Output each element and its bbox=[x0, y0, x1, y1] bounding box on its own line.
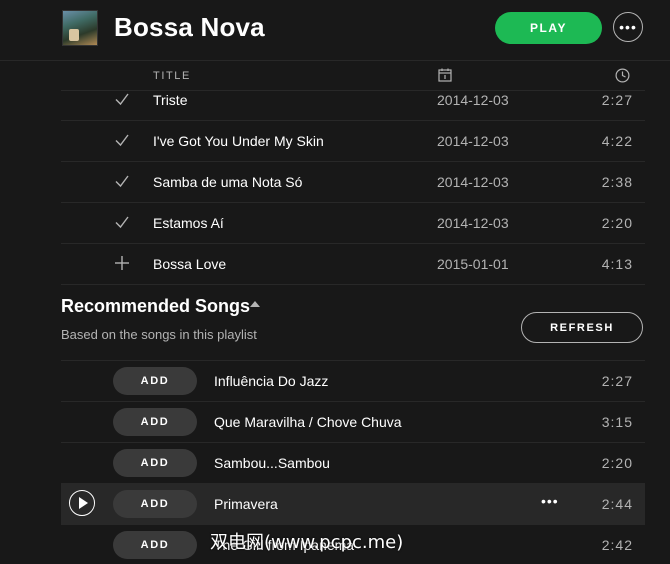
add-button[interactable]: ADD bbox=[113, 490, 197, 518]
track-title: Bossa Love bbox=[153, 256, 227, 272]
track-duration: 4:13 bbox=[601, 256, 633, 272]
more-icon[interactable]: ••• bbox=[541, 493, 559, 509]
track-date: 2015-01-01 bbox=[437, 256, 509, 272]
track-row[interactable]: Estamos Aí 2014-12-03 2:20 bbox=[61, 203, 645, 244]
track-row[interactable]: Triste 2014-12-03 2:27 bbox=[61, 80, 645, 121]
song-duration: 2:42 bbox=[601, 537, 633, 553]
track-row[interactable]: Bossa Love 2015-01-01 4:13 bbox=[61, 244, 645, 285]
play-icon[interactable] bbox=[69, 490, 95, 516]
song-duration: 3:15 bbox=[601, 414, 633, 430]
track-duration: 2:20 bbox=[601, 215, 633, 231]
play-button[interactable]: PLAY bbox=[495, 12, 602, 44]
recommended-row[interactable]: ADD Sambou...Sambou 2:20 bbox=[61, 442, 645, 483]
track-title: I've Got You Under My Skin bbox=[153, 133, 324, 149]
track-row[interactable]: I've Got You Under My Skin 2014-12-03 4:… bbox=[61, 121, 645, 162]
add-button[interactable]: ADD bbox=[113, 449, 197, 477]
add-button[interactable]: ADD bbox=[113, 367, 197, 395]
check-icon[interactable] bbox=[113, 90, 131, 108]
song-title: Que Maravilha / Chove Chuva bbox=[214, 414, 402, 430]
recommended-row[interactable]: ADD Que Maravilha / Chove Chuva 3:15 bbox=[61, 401, 645, 442]
playlist-cover-image[interactable] bbox=[62, 10, 98, 46]
track-duration: 2:38 bbox=[601, 174, 633, 190]
track-title: Triste bbox=[153, 92, 188, 108]
track-date: 2014-12-03 bbox=[437, 215, 509, 231]
check-icon[interactable] bbox=[113, 213, 131, 231]
track-duration: 2:27 bbox=[601, 92, 633, 108]
recommended-heading[interactable]: Recommended Songs bbox=[61, 296, 250, 317]
caret-up-icon[interactable] bbox=[250, 301, 260, 307]
song-title: Influência Do Jazz bbox=[214, 373, 329, 389]
song-duration: 2:20 bbox=[601, 455, 633, 471]
page-title: Bossa Nova bbox=[114, 12, 265, 42]
watermark-text: 双电网(www.pcpc.me) bbox=[210, 532, 404, 553]
song-duration: 2:44 bbox=[601, 496, 633, 512]
track-title: Samba de uma Nota Só bbox=[153, 174, 303, 190]
track-row[interactable]: Samba de uma Nota Só 2014-12-03 2:38 bbox=[61, 162, 645, 203]
track-title: Estamos Aí bbox=[153, 215, 224, 231]
recommended-row-hovered[interactable]: ADD Primavera ••• 2:44 bbox=[61, 483, 645, 524]
track-duration: 4:22 bbox=[601, 133, 633, 149]
track-date: 2014-12-03 bbox=[437, 133, 509, 149]
song-title: Primavera bbox=[214, 496, 278, 512]
add-button[interactable]: ADD bbox=[113, 408, 197, 436]
refresh-button[interactable]: REFRESH bbox=[521, 312, 643, 343]
playlist-view: Bossa Nova PLAY ••• TITLE Triste 2014-12… bbox=[0, 0, 670, 564]
playlist-header: Bossa Nova PLAY ••• bbox=[0, 0, 670, 61]
song-duration: 2:27 bbox=[601, 373, 633, 389]
track-date: 2014-12-03 bbox=[437, 174, 509, 190]
recommended-subtitle: Based on the songs in this playlist bbox=[61, 327, 257, 342]
check-icon[interactable] bbox=[113, 172, 131, 190]
song-title: Sambou...Sambou bbox=[214, 455, 330, 471]
add-button[interactable]: ADD bbox=[113, 531, 197, 559]
plus-icon[interactable] bbox=[113, 254, 131, 272]
more-options-button[interactable]: ••• bbox=[613, 12, 643, 42]
recommended-row[interactable]: ADD Influência Do Jazz 2:27 bbox=[61, 360, 645, 401]
more-icon: ••• bbox=[619, 19, 637, 35]
check-icon[interactable] bbox=[113, 131, 131, 149]
track-date: 2014-12-03 bbox=[437, 92, 509, 108]
